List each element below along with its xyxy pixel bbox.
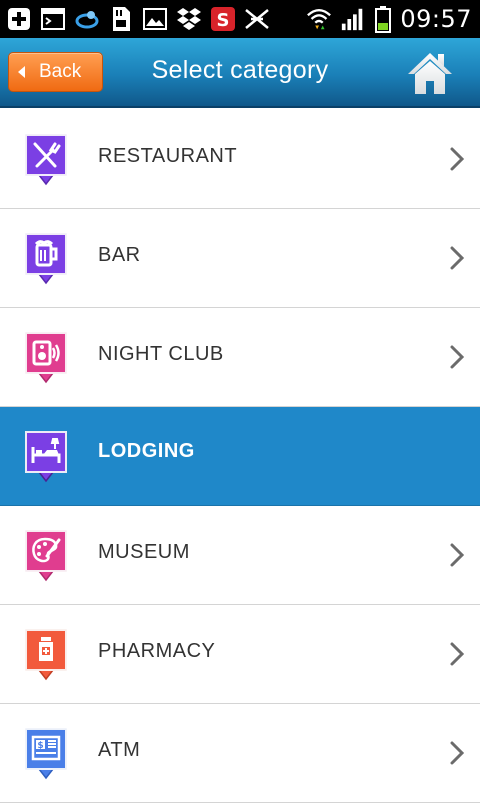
- list-item-label: ATM: [98, 739, 141, 761]
- list-item-bar[interactable]: BAR: [0, 209, 480, 308]
- list-item-label: RESTAURANT: [98, 145, 238, 167]
- signal-icon: [340, 6, 366, 32]
- bed-icon: [23, 429, 69, 487]
- gallery-icon: [142, 6, 168, 32]
- list-item-restaurant[interactable]: RESTAURANT: [0, 110, 480, 209]
- clock: 09:57: [400, 5, 472, 33]
- list-item-lodging[interactable]: LODGING: [0, 407, 480, 506]
- palette-icon: [23, 528, 69, 586]
- list-item-label: LODGING: [98, 440, 195, 462]
- list-item-atm[interactable]: $ ATM: [0, 704, 480, 803]
- home-icon: [408, 53, 452, 94]
- home-button[interactable]: [406, 50, 454, 96]
- app-s-icon: S: [210, 6, 236, 32]
- atm-icon: $: [23, 726, 69, 784]
- battery-icon: [374, 6, 392, 33]
- list-item-label: BAR: [98, 244, 141, 266]
- list-item-label: NIGHT CLUB: [98, 343, 224, 365]
- svg-text:S: S: [217, 10, 230, 31]
- terminal-icon: [40, 6, 66, 32]
- restaurant-icon: [23, 132, 69, 190]
- swirl-app-icon: [74, 6, 100, 32]
- dropbox-icon: [176, 6, 202, 32]
- chevron-right-icon: [448, 740, 466, 766]
- chevron-right-icon: [448, 641, 466, 667]
- beer-icon: [23, 231, 69, 289]
- status-bar: S 09:57: [0, 0, 480, 38]
- list-item-label: PHARMACY: [98, 640, 216, 662]
- list-item-label: MUSEUM: [98, 541, 190, 563]
- category-list: RESTAURANT BAR NIGHT CLUB LODGING MUSEUM…: [0, 110, 480, 803]
- speaker-icon: [23, 330, 69, 388]
- list-item-museum[interactable]: MUSEUM: [0, 506, 480, 605]
- app-header: Back Select category: [0, 38, 480, 108]
- list-item-pharmacy[interactable]: PHARMACY: [0, 605, 480, 704]
- plus-icon: [6, 6, 32, 32]
- chevron-right-icon: [448, 245, 466, 271]
- chevron-right-icon: [448, 146, 466, 172]
- list-item-night-club[interactable]: NIGHT CLUB: [0, 308, 480, 407]
- network-icon: [244, 6, 270, 32]
- sd-card-icon: [108, 6, 134, 32]
- chevron-right-icon: [448, 344, 466, 370]
- chevron-right-icon: [448, 542, 466, 568]
- pill-bottle-icon: [23, 627, 69, 685]
- svg-text:$: $: [37, 741, 43, 751]
- wifi-icon: [306, 6, 332, 32]
